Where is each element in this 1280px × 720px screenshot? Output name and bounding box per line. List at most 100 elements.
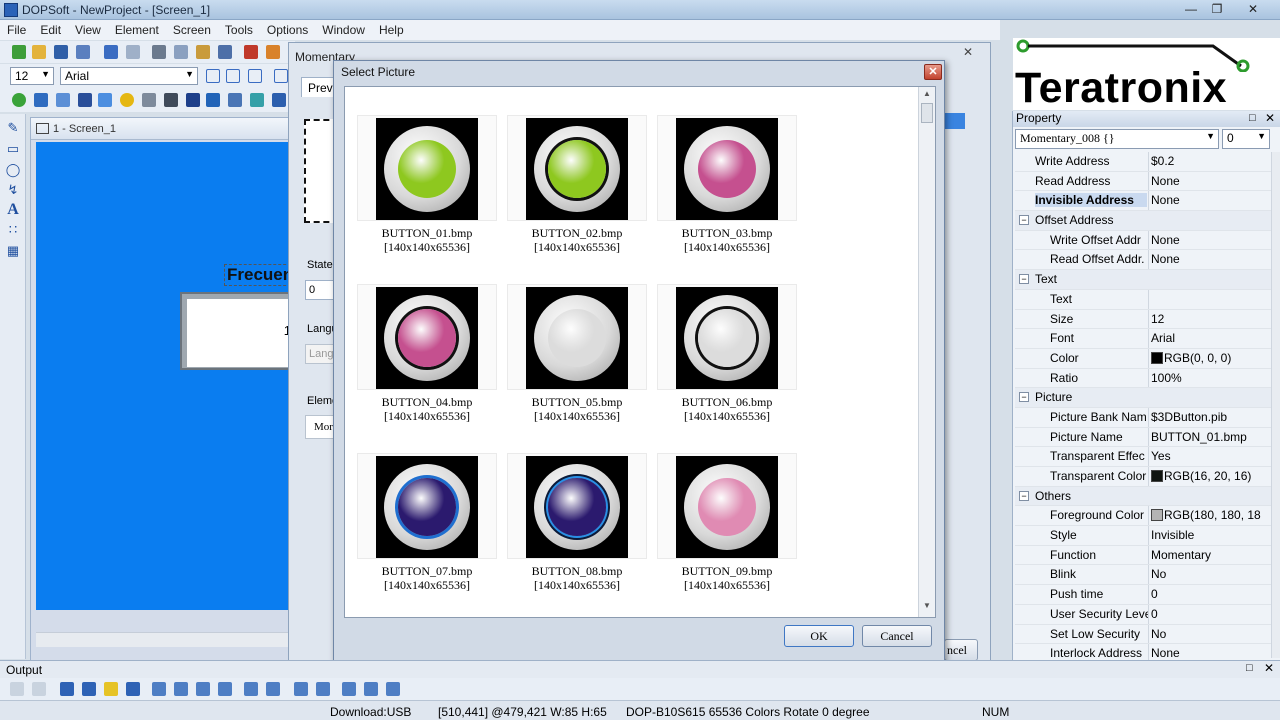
same-width-icon[interactable] xyxy=(294,682,308,696)
cut-icon[interactable] xyxy=(152,45,166,59)
picture-thumbnail[interactable]: BUTTON_02.bmp [140x140x65536] xyxy=(507,115,647,254)
group-icon[interactable] xyxy=(10,682,24,696)
property-scrollbar[interactable] xyxy=(1271,152,1280,658)
collapse-icon[interactable]: − xyxy=(1019,215,1029,226)
align-left-icon[interactable] xyxy=(152,682,166,696)
font-size-select[interactable]: 12 ▼ xyxy=(10,67,54,85)
property-row[interactable]: Style Invisible xyxy=(1015,526,1271,546)
menu-file[interactable]: File xyxy=(0,20,33,40)
ok-button[interactable]: OK xyxy=(784,625,854,647)
cancel-button[interactable]: Cancel xyxy=(862,625,932,647)
scroll-thumb[interactable] xyxy=(921,103,933,123)
property-category[interactable]: − Others xyxy=(1015,486,1271,507)
property-row[interactable]: Picture Name BUTTON_01.bmp xyxy=(1015,427,1271,448)
property-value[interactable]: None xyxy=(1151,193,1269,207)
picture-thumbnail[interactable]: BUTTON_01.bmp [140x140x65536] xyxy=(357,115,497,254)
ungroup-icon[interactable] xyxy=(32,682,46,696)
property-row[interactable]: Push time 0 xyxy=(1015,585,1271,605)
picture-thumbnail[interactable]: BUTTON_05.bmp [140x140x65536] xyxy=(507,284,647,423)
bring-forward-icon[interactable] xyxy=(104,682,118,696)
center-v-icon[interactable] xyxy=(364,682,378,696)
property-value[interactable]: 0 xyxy=(1151,587,1269,601)
menu-view[interactable]: View xyxy=(68,20,108,40)
lamp-icon[interactable] xyxy=(56,93,70,107)
property-row[interactable]: Color RGB(0, 0, 0) xyxy=(1015,348,1271,369)
fit-icon[interactable] xyxy=(386,682,400,696)
keypad-icon[interactable] xyxy=(250,93,264,107)
property-row[interactable]: Function Momentary xyxy=(1015,545,1271,566)
xy-chart-icon[interactable] xyxy=(228,93,242,107)
picture-thumbnail[interactable]: BUTTON_08.bmp [140x140x65536] xyxy=(507,453,647,592)
align-center-icon[interactable] xyxy=(174,682,188,696)
property-value[interactable]: None xyxy=(1151,646,1269,660)
property-row[interactable]: Font Arial xyxy=(1015,329,1271,349)
property-value[interactable]: None xyxy=(1151,233,1269,247)
restore-icon[interactable]: □ xyxy=(1249,112,1256,124)
screen-icon[interactable] xyxy=(244,45,258,59)
property-value[interactable]: Arial xyxy=(1151,331,1269,345)
input-icon[interactable] xyxy=(186,93,200,107)
property-value[interactable]: BUTTON_01.bmp xyxy=(1151,430,1269,444)
property-value[interactable]: Yes xyxy=(1151,449,1269,463)
state-select[interactable]: 0 xyxy=(305,280,335,300)
scale-icon[interactable]: ∷ xyxy=(5,222,21,238)
property-row[interactable]: Transparent Color RGB(16, 20, 16) xyxy=(1015,467,1271,487)
minimize-button[interactable]: — xyxy=(1178,1,1204,17)
frequency-label[interactable]: Frecuen xyxy=(224,264,297,286)
send-back-icon[interactable] xyxy=(82,682,96,696)
restore-icon[interactable]: □ xyxy=(1246,662,1253,674)
numeric-icon[interactable] xyxy=(142,93,156,107)
momentary-cancel-button[interactable]: ncel xyxy=(944,639,978,661)
screen-canvas[interactable]: Frecuen 1 xyxy=(36,142,298,610)
property-value[interactable]: $3DButton.pib xyxy=(1151,410,1269,424)
property-category[interactable]: − Text xyxy=(1015,270,1271,290)
property-value[interactable]: $0.2 xyxy=(1151,154,1269,168)
circle-icon[interactable]: ◯ xyxy=(5,162,21,178)
property-value[interactable]: 0 xyxy=(1151,607,1269,621)
menu-window[interactable]: Window xyxy=(315,20,372,40)
picture-thumbnail[interactable]: BUTTON_03.bmp [140x140x65536] xyxy=(657,115,797,254)
property-value[interactable]: None xyxy=(1151,252,1269,266)
open-icon[interactable] xyxy=(32,45,46,59)
trend-icon[interactable] xyxy=(206,93,220,107)
property-value[interactable]: 100% xyxy=(1151,371,1269,385)
multi-state-icon[interactable] xyxy=(34,93,48,107)
menu-screen[interactable]: Screen xyxy=(166,20,218,40)
vertical-scrollbar[interactable]: ▲ ▼ xyxy=(918,87,935,617)
picture-thumbnail[interactable]: BUTTON_04.bmp [140x140x65536] xyxy=(357,284,497,423)
rectangle-icon[interactable]: ▭ xyxy=(5,141,21,157)
distribute-v-icon[interactable] xyxy=(266,682,280,696)
chevron-down-icon[interactable]: ▼ xyxy=(921,601,933,613)
property-value[interactable]: RGB(16, 20, 16) xyxy=(1151,469,1269,483)
save-all-icon[interactable] xyxy=(76,45,90,59)
property-row[interactable]: Invisible Address None xyxy=(1015,191,1271,212)
copy-icon[interactable] xyxy=(174,45,188,59)
property-row[interactable]: Write Offset Addr None xyxy=(1015,230,1271,251)
send-backward-icon[interactable] xyxy=(126,682,140,696)
new-icon[interactable] xyxy=(12,45,26,59)
property-row[interactable]: Transparent Effec Yes xyxy=(1015,447,1271,467)
undo-icon[interactable] xyxy=(104,45,118,59)
picture-thumbnail[interactable]: BUTTON_07.bmp [140x140x65536] xyxy=(357,453,497,592)
close-icon[interactable]: ✕ xyxy=(956,45,980,61)
close-icon[interactable]: ✕ xyxy=(1265,111,1275,125)
close-button[interactable]: ✕ xyxy=(1240,1,1266,17)
align-center-icon[interactable] xyxy=(226,69,240,83)
bring-front-icon[interactable] xyxy=(60,682,74,696)
graph-icon[interactable] xyxy=(164,93,178,107)
align-right-icon[interactable] xyxy=(248,69,262,83)
property-row[interactable]: Ratio 100% xyxy=(1015,368,1271,389)
element-name-field[interactable]: Mor xyxy=(305,415,335,439)
same-height-icon[interactable] xyxy=(316,682,330,696)
align-left-icon[interactable] xyxy=(206,69,220,83)
font-name-select[interactable]: Arial ▼ xyxy=(60,67,198,85)
property-category[interactable]: − Picture xyxy=(1015,388,1271,408)
text-format-icon[interactable] xyxy=(274,69,288,83)
find-icon[interactable] xyxy=(218,45,232,59)
property-value[interactable]: Invisible xyxy=(1151,528,1269,542)
horizontal-scrollbar[interactable] xyxy=(36,632,293,647)
chevron-up-icon[interactable]: ▲ xyxy=(921,89,933,101)
picture-thumbnail[interactable]: BUTTON_06.bmp [140x140x65536] xyxy=(657,284,797,423)
collapse-icon[interactable]: − xyxy=(1019,274,1029,285)
export-icon[interactable] xyxy=(266,45,280,59)
